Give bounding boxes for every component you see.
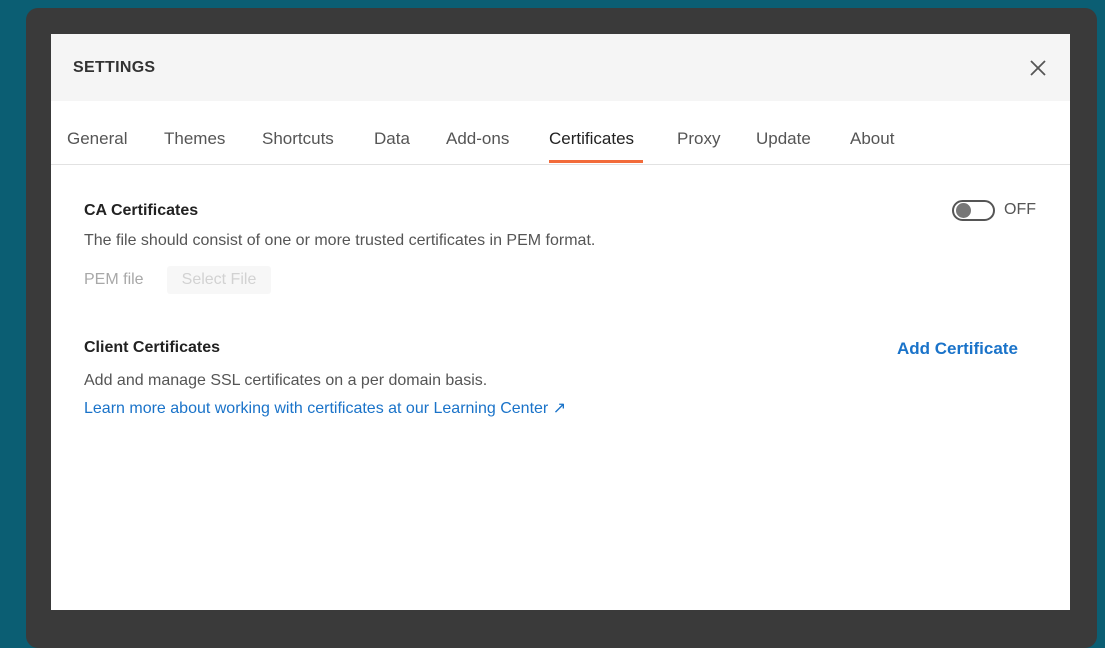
tab-update[interactable]: Update: [756, 129, 811, 149]
tab-themes[interactable]: Themes: [164, 129, 225, 149]
ca-certificates-toggle[interactable]: [952, 200, 995, 221]
tab-data[interactable]: Data: [374, 129, 410, 149]
active-tab-indicator: [549, 160, 643, 163]
tab-general[interactable]: General: [67, 129, 127, 149]
client-certificates-description: Add and manage SSL certificates on a per…: [84, 372, 488, 389]
settings-tabs: General Themes Shortcuts Data Add-ons Ce…: [51, 101, 1070, 165]
pem-file-label: PEM file: [84, 271, 144, 288]
select-file-button[interactable]: Select File: [167, 266, 271, 294]
tab-proxy[interactable]: Proxy: [677, 129, 720, 149]
dialog-header: SETTINGS: [51, 34, 1070, 101]
add-certificate-button[interactable]: Add Certificate: [897, 339, 1018, 359]
tab-about[interactable]: About: [850, 129, 894, 149]
settings-dialog: SETTINGS General Themes Shortcuts Data A…: [51, 34, 1070, 610]
client-certificates-title: Client Certificates: [84, 339, 221, 356]
tab-certificates[interactable]: Certificates: [549, 129, 634, 149]
dialog-title: SETTINGS: [73, 59, 156, 76]
close-button[interactable]: [1023, 53, 1053, 83]
toggle-state-label: OFF: [1004, 201, 1036, 218]
ca-certificates-title: CA Certificates: [84, 202, 199, 219]
toggle-knob: [956, 203, 971, 218]
ca-certificates-description: The file should consist of one or more t…: [84, 232, 596, 249]
close-icon: [1030, 60, 1046, 76]
tab-shortcuts[interactable]: Shortcuts: [262, 129, 334, 149]
tab-add-ons[interactable]: Add-ons: [446, 129, 509, 149]
learning-center-link[interactable]: Learn more about working with certificat…: [84, 398, 566, 418]
